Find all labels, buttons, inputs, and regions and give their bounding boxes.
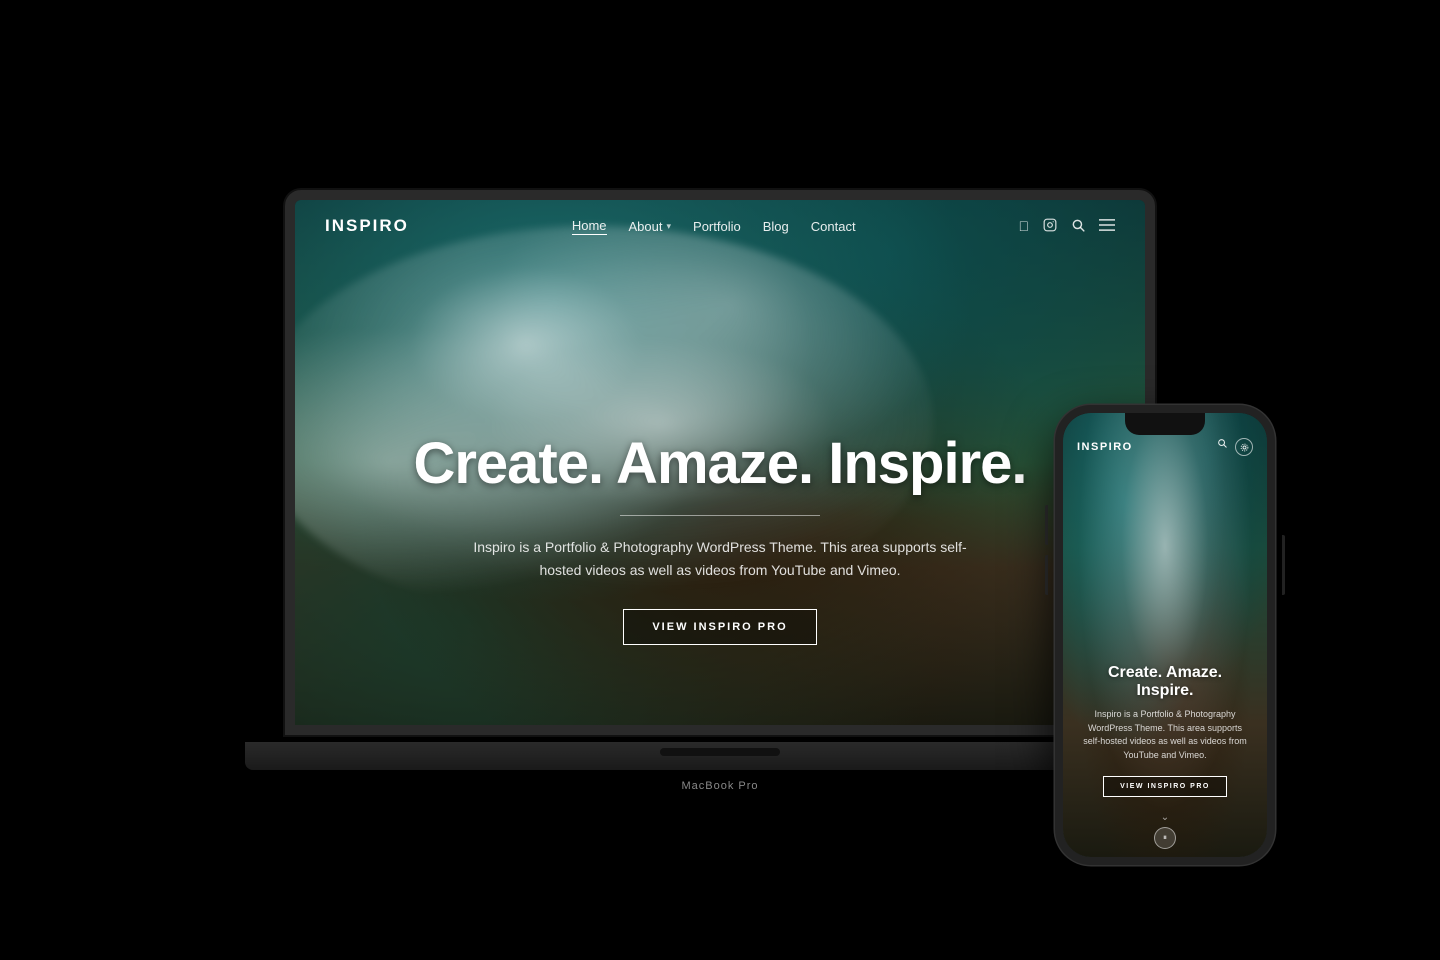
nav-link-blog[interactable]: Blog: [763, 219, 789, 234]
laptop-hero-divider: [620, 515, 820, 516]
laptop-hero-subtitle: Inspiro is a Portfolio & Photography Wor…: [470, 536, 970, 581]
search-icon[interactable]: [1071, 218, 1085, 235]
phone-bottom-controls: ⏸: [1154, 827, 1176, 849]
laptop-navbar: INSPIRO Home About ▾ Portfolio Blog Cont…: [295, 200, 1145, 252]
laptop-hero-section: Create. Amaze. Inspire. Inspiro is a Por…: [295, 430, 1145, 645]
phone-power-button: [1282, 535, 1285, 595]
laptop-model-label: MacBook Pro: [681, 780, 758, 792]
nav-link-contact[interactable]: Contact: [811, 219, 856, 234]
nav-link-about[interactable]: About ▾: [629, 219, 672, 234]
phone-logo: INSPIRO: [1077, 441, 1133, 453]
hamburger-menu-icon[interactable]: [1099, 218, 1115, 235]
about-chevron-icon: ▾: [667, 221, 672, 232]
phone-body: INSPIRO: [1055, 405, 1275, 865]
phone-scroll-arrow: ⌄: [1161, 812, 1169, 823]
laptop-screen-body: INSPIRO Home About ▾ Portfolio Blog Cont…: [285, 190, 1155, 735]
phone-nav-icons: [1217, 438, 1253, 456]
phone-volume-down-button: [1045, 555, 1048, 595]
laptop-base: MacBook Pro: [245, 742, 1195, 770]
nav-link-portfolio[interactable]: Portfolio: [693, 219, 741, 234]
phone-search-icon[interactable]: [1217, 438, 1227, 456]
laptop-device: INSPIRO Home About ▾ Portfolio Blog Cont…: [285, 190, 1155, 770]
facebook-icon[interactable]: : [1019, 218, 1030, 234]
phone-notch: [1125, 413, 1205, 435]
phone-camera-icon[interactable]: [1235, 438, 1253, 456]
phone-pause-button[interactable]: ⏸: [1154, 827, 1176, 849]
phone-navbar: INSPIRO: [1063, 438, 1267, 456]
phone-cta-button[interactable]: VIEW INSPIRO PRO: [1103, 776, 1227, 797]
laptop-screen: INSPIRO Home About ▾ Portfolio Blog Cont…: [295, 200, 1145, 725]
phone-device: INSPIRO: [1055, 405, 1275, 865]
phone-hero-title: Create. Amaze. Inspire.: [1079, 664, 1251, 700]
laptop-hero-title: Create. Amaze. Inspire.: [413, 430, 1026, 497]
phone-screen: INSPIRO: [1063, 413, 1267, 857]
laptop-cta-button[interactable]: VIEW INSPIRO PRO: [623, 609, 816, 645]
phone-hero-subtitle: Inspiro is a Portfolio & Photography Wor…: [1079, 708, 1251, 762]
laptop-logo: INSPIRO: [325, 216, 409, 236]
phone-hero-section: Create. Amaze. Inspire. Inspiro is a Por…: [1063, 664, 1267, 797]
nav-icon-group: : [1019, 218, 1116, 235]
phone-volume-up-button: [1045, 505, 1048, 545]
nav-link-home[interactable]: Home: [572, 218, 607, 235]
instagram-icon[interactable]: [1043, 218, 1057, 235]
laptop-nav-links: Home About ▾ Portfolio Blog Contact: [572, 218, 856, 235]
scene: INSPIRO Home About ▾ Portfolio Blog Cont…: [0, 0, 1440, 960]
